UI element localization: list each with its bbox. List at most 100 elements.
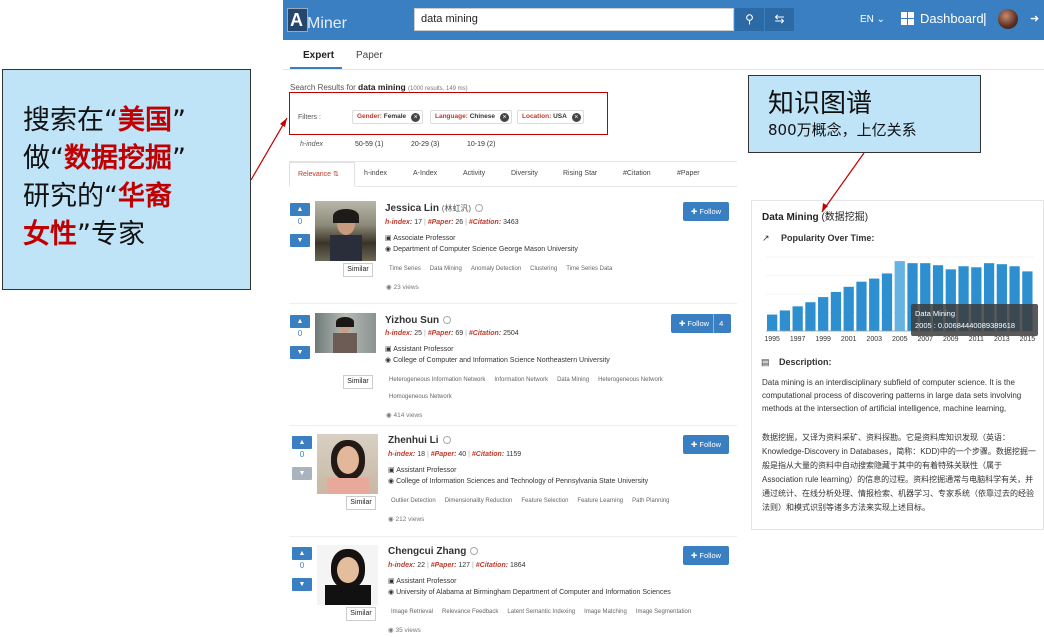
book-icon: ▤ xyxy=(761,357,770,367)
tag[interactable]: Time Series xyxy=(389,266,421,272)
follow-button[interactable]: ✚ Follow xyxy=(683,202,730,221)
tag[interactable]: Path Planning xyxy=(632,498,669,504)
expert-metrics: h-index: 17 | #Paper: 26 | #Citation: 34… xyxy=(385,219,519,226)
tag[interactable]: Image Matching xyxy=(584,609,627,615)
chart-bar[interactable] xyxy=(818,297,829,331)
tab-expert[interactable]: Expert xyxy=(303,50,334,61)
sort-diversity[interactable]: Diversity xyxy=(511,170,538,177)
sort-paper[interactable]: #Paper xyxy=(677,170,700,177)
chart-bar[interactable] xyxy=(830,291,842,331)
expert-name[interactable]: Zhenhui Li xyxy=(388,435,451,446)
sort-relevance[interactable]: Relevance ⇅ xyxy=(298,170,339,178)
chart-bar[interactable] xyxy=(894,261,905,331)
location-pin-icon: ◉ xyxy=(388,589,395,596)
verified-icon xyxy=(442,436,451,445)
eye-icon: ◉ xyxy=(386,412,392,419)
sort-citation[interactable]: #Citation xyxy=(623,170,651,177)
expert-photo[interactable] xyxy=(317,434,378,494)
tag[interactable]: Anomaly Detection xyxy=(471,266,521,272)
dashboard-link[interactable]: Dashboard xyxy=(920,11,984,26)
tag[interactable]: Latent Semantic Indexing xyxy=(507,609,575,615)
chart-bar[interactable] xyxy=(856,281,867,331)
location-pin-icon: ◉ xyxy=(385,357,392,364)
expert-photo[interactable] xyxy=(315,201,376,261)
search-icon: ⚲ xyxy=(745,12,754,26)
similar-button[interactable]: Similar xyxy=(343,375,373,389)
expert-metrics: h-index: 18 | #Paper: 40 | #Citation: 11… xyxy=(388,451,522,458)
tab-paper[interactable]: Paper xyxy=(356,50,383,61)
vote-count: 0 xyxy=(299,450,305,459)
tag[interactable]: Dimensionality Reduction xyxy=(445,498,513,504)
tag[interactable]: Data Mining xyxy=(430,266,462,272)
similar-button[interactable]: Similar xyxy=(346,496,376,510)
sort-activity[interactable]: Activity xyxy=(463,170,485,177)
upvote-button[interactable]: ▲ xyxy=(292,547,312,560)
downvote-button[interactable]: ▼ xyxy=(290,346,310,359)
hindex-option[interactable]: 20-29 (3) xyxy=(411,141,439,148)
upvote-button[interactable]: ▲ xyxy=(292,436,312,449)
aminer-logo[interactable]: A Miner xyxy=(287,8,347,34)
tag[interactable]: Heterogeneous Information Network xyxy=(389,377,485,383)
expert-tags: Image Retrieval Relevance Feedback Latent … xyxy=(391,609,700,615)
tag[interactable]: Feature Learning xyxy=(577,498,623,504)
add-user-icon: ✚ xyxy=(691,207,698,216)
chart-bar[interactable] xyxy=(881,273,893,331)
chart-bar[interactable] xyxy=(767,314,778,331)
tag[interactable]: Information Network xyxy=(494,377,548,383)
follow-button[interactable]: ✚ Follow xyxy=(683,546,730,565)
annotation-callout-query: 搜索在“美国” 做“数据挖掘” 研究的“华裔 女性”专家 xyxy=(2,69,251,290)
row-divider xyxy=(289,536,737,537)
chart-bar[interactable] xyxy=(843,286,854,331)
tag[interactable]: Relevance Feedback xyxy=(442,609,498,615)
similar-button[interactable]: Similar xyxy=(346,607,376,621)
search-button[interactable]: ⚲ xyxy=(735,8,764,31)
logout-icon[interactable]: ➜ xyxy=(1030,12,1039,25)
briefcase-icon: ▣ xyxy=(388,467,395,474)
expert-name[interactable]: Chengcui Zhang xyxy=(388,546,479,557)
row-divider xyxy=(289,425,737,426)
search-input[interactable]: data mining xyxy=(414,8,734,31)
tag[interactable]: Data Mining xyxy=(557,377,589,383)
upvote-button[interactable]: ▲ xyxy=(290,203,310,216)
tag[interactable]: Image Segmentation xyxy=(636,609,691,615)
verified-icon xyxy=(443,316,452,325)
chart-bar[interactable] xyxy=(805,302,816,331)
downvote-button[interactable]: ▼ xyxy=(290,234,310,247)
line-chart-icon: ↗ xyxy=(762,233,770,243)
downvote-button[interactable]: ▼ xyxy=(292,467,312,480)
similar-button[interactable]: Similar xyxy=(343,263,373,277)
upvote-button[interactable]: ▲ xyxy=(290,315,310,328)
avatar[interactable] xyxy=(998,9,1018,29)
sort-rising-star[interactable]: Rising Star xyxy=(563,170,597,177)
hindex-filter-label: h-index xyxy=(300,141,323,148)
chart-bar[interactable] xyxy=(869,278,880,331)
refresh-button[interactable]: ⇆ xyxy=(765,8,794,31)
expert-photo[interactable] xyxy=(317,545,378,605)
tag[interactable]: Homogeneous Network xyxy=(389,394,452,400)
follow-button[interactable]: ✚ Follow 4 xyxy=(671,314,732,333)
downvote-button[interactable]: ▼ xyxy=(292,578,312,591)
tag[interactable]: Outlier Detection xyxy=(391,498,436,504)
tag[interactable]: Clustering xyxy=(530,266,557,272)
chart-tooltip: Data Mining 2005 : 0.00684440089389618 xyxy=(911,304,1038,336)
expert-name[interactable]: Yizhou Sun xyxy=(385,315,452,326)
chart-tick-label: 2007 xyxy=(917,336,933,343)
row-divider xyxy=(289,303,737,304)
chart-bar[interactable] xyxy=(779,310,791,331)
tag[interactable]: Feature Selection xyxy=(521,498,568,504)
tag[interactable]: Image Retrieval xyxy=(391,609,433,615)
tag[interactable]: Time Series Data xyxy=(566,266,612,272)
sort-aindex[interactable]: A-Index xyxy=(413,170,437,177)
hindex-option[interactable]: 50-59 (1) xyxy=(355,141,383,148)
expert-photo[interactable] xyxy=(315,313,376,353)
follow-button[interactable]: ✚ Follow xyxy=(683,435,730,454)
eye-icon: ◉ xyxy=(388,627,394,634)
hindex-option[interactable]: 10-19 (2) xyxy=(467,141,495,148)
tag[interactable]: Heterogeneous Network xyxy=(598,377,663,383)
chart-bar[interactable] xyxy=(792,306,803,331)
expert-tags: Heterogeneous Information Network Informa… xyxy=(389,377,672,383)
sort-hindex[interactable]: h-index xyxy=(364,170,387,177)
expert-name[interactable]: Jessica Lin (林虹汎) xyxy=(385,203,484,214)
language-select[interactable]: EN ⌄ xyxy=(860,14,885,25)
chart-tick-label: 2015 xyxy=(1020,336,1036,343)
